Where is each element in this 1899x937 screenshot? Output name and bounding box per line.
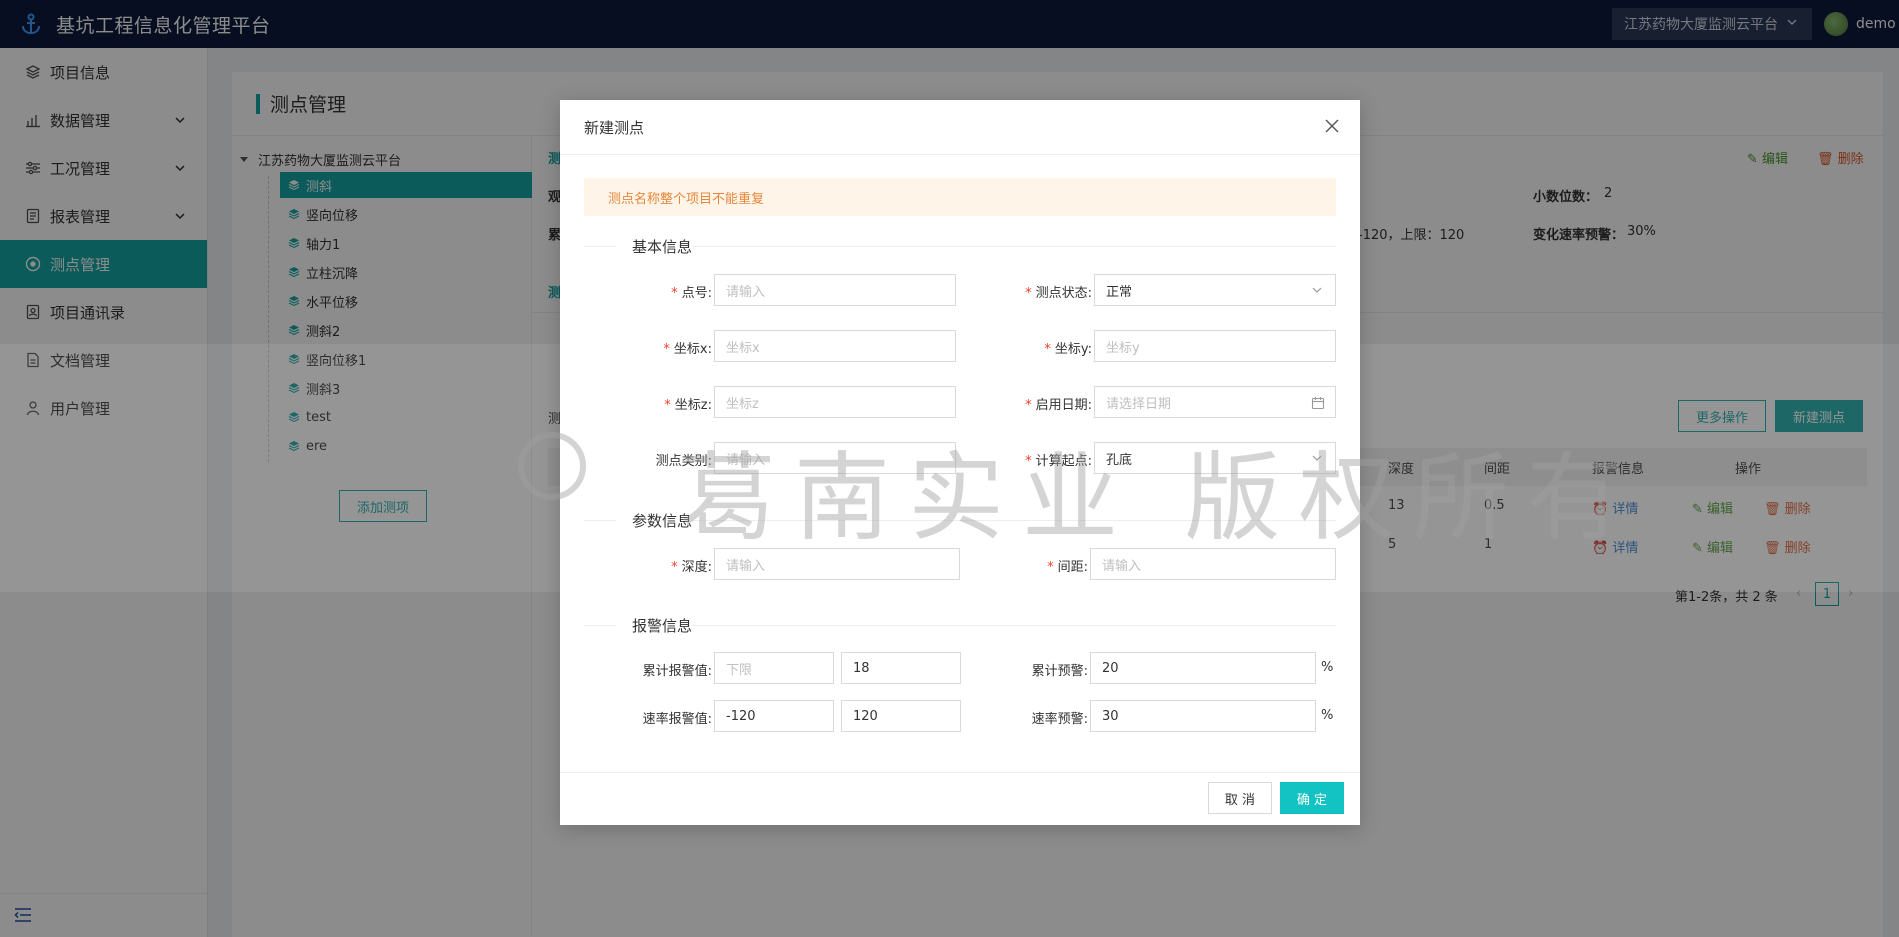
- section-line: [584, 625, 616, 626]
- section-line: [584, 246, 616, 247]
- label-text: 间距:: [1057, 560, 1088, 575]
- cum-warn-unit: %: [1321, 660, 1334, 675]
- rate-warn-unit: %: [1321, 708, 1334, 723]
- warning-alert: 测点名称整个项目不能重复: [584, 178, 1336, 216]
- status-label: * 测点状态:: [1025, 286, 1092, 301]
- watermark-text: 葛南实业 版权所有: [680, 442, 1641, 554]
- section-title: 基本信息: [632, 238, 693, 256]
- rate-alarm-label: 速率报警值:: [610, 708, 712, 727]
- label-text: 坐标z:: [674, 398, 712, 413]
- cum-warn-input[interactable]: 20: [1090, 652, 1316, 684]
- status-select-value: 正常: [1106, 284, 1133, 300]
- rate-warn-label: 速率预警:: [996, 708, 1088, 727]
- point-no-input[interactable]: 请输入: [714, 274, 956, 306]
- status-select[interactable]: 正常: [1094, 274, 1336, 306]
- rate-alarm-upper-input[interactable]: 120: [841, 700, 961, 732]
- label-text: 速率报警值:: [642, 712, 712, 727]
- cum-alarm-lower-input[interactable]: 下限: [714, 652, 834, 684]
- label-text: 坐标x:: [673, 342, 712, 357]
- section-title: 报警信息: [632, 617, 693, 635]
- section-basic: 基本信息: [584, 236, 1336, 256]
- coord-x-input[interactable]: 坐标x: [714, 330, 956, 362]
- chevron-down-icon: [1311, 284, 1325, 298]
- coord-z-label: * 坐标z:: [664, 398, 712, 413]
- start-date-picker[interactable]: 请选择日期: [1094, 386, 1336, 418]
- label-text: 累计预警:: [1031, 664, 1088, 679]
- coord-y-input[interactable]: 坐标y: [1094, 330, 1336, 362]
- cum-alarm-label: 累计报警值:: [610, 660, 712, 679]
- section-line: [584, 520, 616, 521]
- label-text: 测点状态:: [1035, 286, 1092, 301]
- coord-x-label: * 坐标x:: [663, 342, 712, 357]
- confirm-button[interactable]: 确 定: [1280, 782, 1344, 814]
- label-text: 坐标y:: [1054, 342, 1092, 357]
- cancel-button[interactable]: 取 消: [1208, 782, 1272, 814]
- label-text: 深度:: [681, 560, 712, 575]
- rate-alarm-lower-input[interactable]: -120: [714, 700, 834, 732]
- coord-z-input[interactable]: 坐标z: [714, 386, 956, 418]
- cum-alarm-upper-input[interactable]: 18: [841, 652, 961, 684]
- cum-warn-label: 累计预警:: [996, 660, 1088, 679]
- coord-y-label: * 坐标y:: [1044, 342, 1092, 357]
- label-text: 速率预警:: [1031, 712, 1088, 727]
- close-icon[interactable]: [1324, 118, 1342, 136]
- copyright-icon: [518, 432, 586, 500]
- label-text: 点号:: [681, 286, 712, 301]
- start-date-label: * 启用日期:: [1025, 398, 1092, 413]
- date-placeholder: 请选择日期: [1106, 396, 1172, 412]
- section-line: [692, 246, 1336, 247]
- calendar-icon: [1311, 396, 1325, 410]
- section-line: [692, 625, 1336, 626]
- label-text: 启用日期:: [1035, 398, 1092, 413]
- dialog-header: 新建测点: [560, 100, 1360, 155]
- rate-warn-input[interactable]: 30: [1090, 700, 1316, 732]
- label-text: 累计报警值:: [642, 664, 712, 679]
- point-no-label: * 点号:: [671, 286, 712, 301]
- dialog-title: 新建测点: [584, 118, 645, 137]
- section-alarm: 报警信息: [584, 615, 1336, 635]
